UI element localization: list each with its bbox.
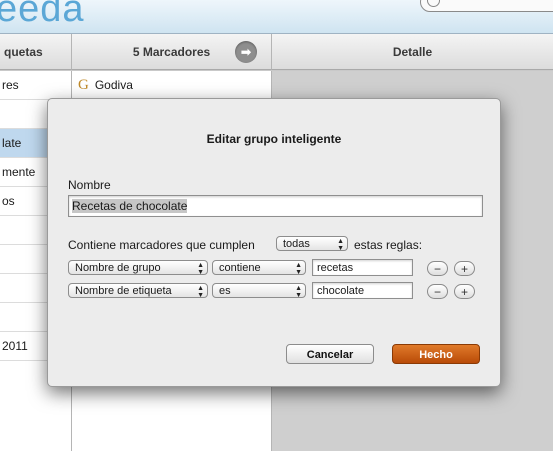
tag-label: mente (2, 165, 36, 179)
rule-value-field[interactable]: recetas (312, 259, 413, 276)
tag-label: os (2, 194, 15, 208)
rule-operator-popup[interactable]: es ▲ ▼ (212, 283, 306, 298)
remove-rule-button[interactable]: − (427, 284, 448, 299)
minus-icon: − (433, 262, 441, 276)
rule-field-value: Nombre de etiqueta (75, 285, 172, 297)
app-title: eeda (0, 0, 85, 30)
popup-arrows-icon: ▲ ▼ (295, 261, 302, 275)
bookmark-item[interactable]: G Godiva (72, 71, 271, 99)
forward-arrow-icon[interactable]: ➡ (235, 41, 257, 63)
tag-item[interactable]: res (0, 71, 71, 100)
popup-arrows-icon: ▲ ▼ (197, 261, 204, 275)
tags-column-title: quetas (4, 45, 43, 59)
window-titlebar: eeda (0, 0, 553, 34)
popup-arrows-icon: ▲ ▼ (295, 284, 302, 298)
add-rule-button[interactable]: + (454, 261, 475, 276)
bookmarks-column-title: 5 Marcadores (132, 45, 211, 59)
bookmarks-column-header[interactable]: 5 Marcadores ➡ (72, 34, 272, 70)
name-field[interactable]: Recetas de chocolate (68, 195, 483, 217)
tag-label: 2011 (2, 339, 28, 353)
rule-operator-value: es (219, 285, 231, 297)
match-suffix-label: estas reglas: (354, 238, 423, 252)
tags-column-header[interactable]: quetas (0, 34, 72, 70)
plus-icon: + (460, 262, 468, 276)
dialog-title: Editar grupo inteligente (206, 132, 342, 146)
detail-column-header: Detalle (272, 34, 553, 70)
bookmark-title: Godiva (94, 78, 133, 92)
search-icon (427, 0, 440, 7)
tag-label: late (2, 136, 22, 150)
rule-field-popup[interactable]: Nombre de grupo ▲ ▼ (68, 260, 208, 275)
rule-field-value: Nombre de grupo (75, 262, 161, 274)
rule-operator-popup[interactable]: contiene ▲ ▼ (212, 260, 306, 275)
match-mode-value: todas (283, 238, 310, 250)
name-value: Recetas de chocolate (72, 199, 188, 213)
match-prefix-label: Contiene marcadores que cumplen (68, 238, 255, 252)
plus-icon: + (460, 285, 468, 299)
rule-operator-value: contiene (219, 262, 261, 274)
search-field[interactable] (420, 0, 553, 12)
popup-arrows-icon: ▲ ▼ (337, 237, 344, 251)
done-button[interactable]: Hecho (392, 344, 480, 364)
cancel-button[interactable]: Cancelar (286, 344, 374, 364)
favicon-icon: G (78, 77, 89, 93)
minus-icon: − (433, 285, 441, 299)
rule-value-field[interactable]: chocolate (312, 282, 413, 299)
rule-field-popup[interactable]: Nombre de etiqueta ▲ ▼ (68, 283, 208, 298)
tag-label: res (2, 78, 19, 92)
add-rule-button[interactable]: + (454, 284, 475, 299)
match-mode-popup[interactable]: todas ▲ ▼ (276, 236, 348, 251)
edit-smart-group-dialog: Editar grupo inteligente Nombre Recetas … (47, 98, 501, 387)
remove-rule-button[interactable]: − (427, 261, 448, 276)
rule-value: chocolate (317, 285, 365, 297)
rule-value: recetas (317, 262, 354, 274)
popup-arrows-icon: ▲ ▼ (197, 284, 204, 298)
name-label: Nombre (68, 178, 111, 192)
detail-column-title: Detalle (392, 45, 433, 59)
